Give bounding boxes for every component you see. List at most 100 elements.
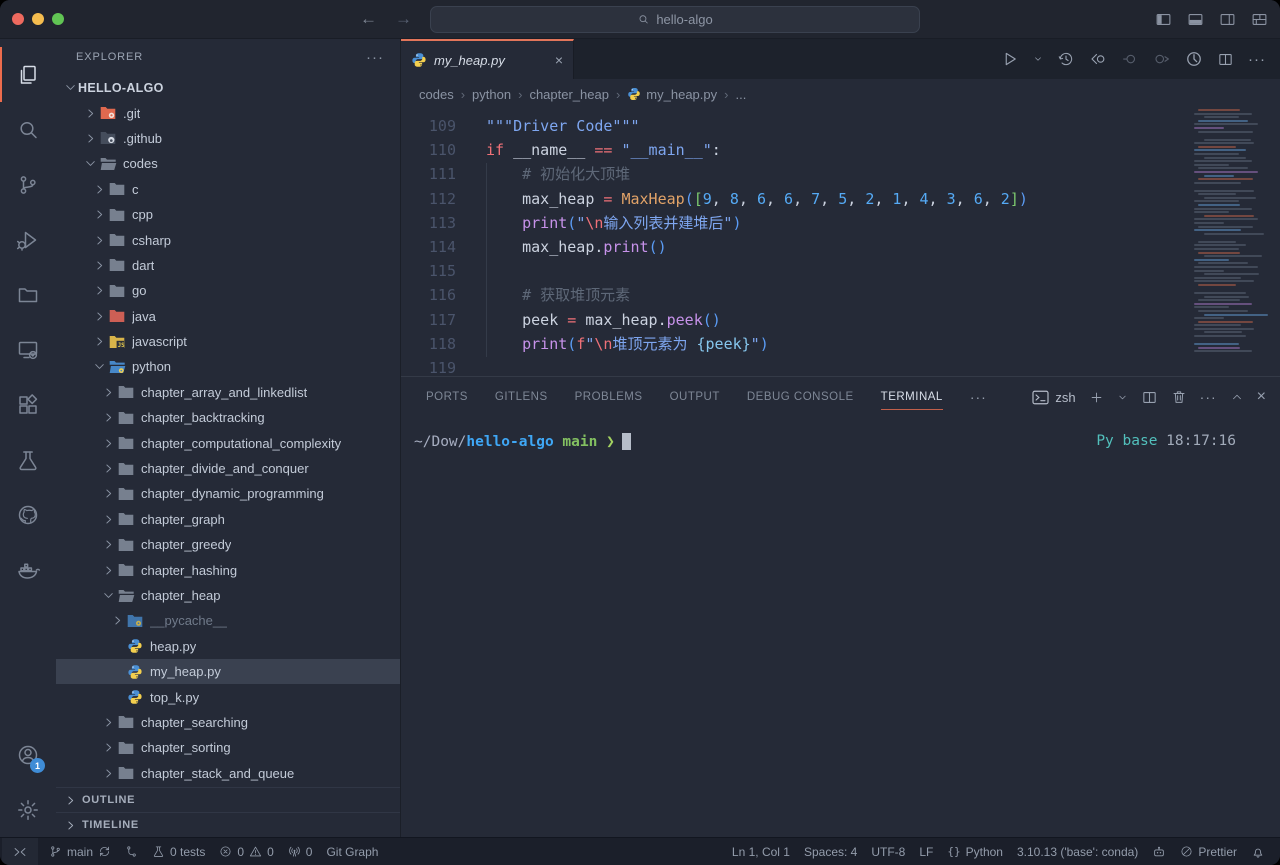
timeline-section[interactable]: TIMELINE	[56, 812, 400, 837]
status-remote-indicator[interactable]	[2, 838, 38, 865]
split-editor-icon[interactable]	[1217, 51, 1234, 68]
panel-tab-output[interactable]: OUTPUT	[670, 377, 720, 417]
nav-forward-icon[interactable]	[1153, 50, 1171, 68]
breadcrumb-item--[interactable]: ...	[735, 87, 746, 102]
status-python-interpreter[interactable]: 3.10.13 ('base': conda)	[1010, 838, 1145, 865]
nav-forward-button[interactable]: →	[395, 9, 412, 29]
activity-docker[interactable]	[0, 542, 56, 597]
code-line-110[interactable]: 110if __name__ == "__main__":	[401, 138, 1280, 162]
run-dropdown-icon[interactable]	[1033, 54, 1043, 64]
editor-more-icon[interactable]: ···	[1248, 51, 1266, 68]
breadcrumb-item-codes[interactable]: codes	[419, 87, 454, 102]
code-line-113[interactable]: 113 print("\n输入列表并建堆后")	[401, 211, 1280, 235]
tree-item-java[interactable]: java	[56, 304, 400, 329]
activity-explorer[interactable]	[0, 47, 56, 102]
tree-item-chapter-computational-complexity[interactable]: chapter_computational_complexity	[56, 430, 400, 455]
maximize-panel-icon[interactable]	[1230, 390, 1244, 404]
status-cursor-position[interactable]: Ln 1, Col 1	[725, 838, 797, 865]
code-line-119[interactable]: 119	[401, 356, 1280, 376]
tree-item--github[interactable]: .github	[56, 126, 400, 151]
code-line-116[interactable]: 116 # 获取堆顶元素	[401, 283, 1280, 307]
status-indentation[interactable]: Spaces: 4	[797, 838, 864, 865]
tab-my-heap[interactable]: my_heap.py ×	[401, 39, 574, 79]
tree-item-dart[interactable]: dart	[56, 253, 400, 278]
activity-folder-view[interactable]	[0, 267, 56, 322]
tree-item-chapter-graph[interactable]: chapter_graph	[56, 507, 400, 532]
minimap[interactable]	[1194, 109, 1270, 354]
panel-tab-ports[interactable]: PORTS	[426, 377, 468, 417]
status-copilot[interactable]	[1145, 838, 1173, 865]
tree-item--git[interactable]: .git	[56, 100, 400, 125]
activity-run-and-debug[interactable]	[0, 212, 56, 267]
tree-item-codes[interactable]: codes	[56, 151, 400, 176]
nav-back-button[interactable]: ←	[360, 9, 377, 29]
code-line-111[interactable]: 111 # 初始化大顶堆	[401, 162, 1280, 186]
terminal-profile-dropdown-icon[interactable]	[1117, 392, 1128, 403]
view-history-icon[interactable]	[1057, 50, 1075, 68]
close-window-button[interactable]	[12, 13, 24, 25]
kill-terminal-icon[interactable]	[1171, 389, 1187, 405]
customize-layout-icon[interactable]	[1251, 11, 1268, 28]
run-python-file-icon[interactable]	[1001, 50, 1019, 68]
code-line-117[interactable]: 117 peek = max_heap.peek()	[401, 308, 1280, 332]
panel-tab-gitlens[interactable]: GITLENS	[495, 377, 548, 417]
tree-item-python[interactable]: python	[56, 354, 400, 379]
breadcrumb-item-my-heap-py[interactable]: my_heap.py	[627, 87, 717, 102]
tree-item-chapter-dynamic-programming[interactable]: chapter_dynamic_programming	[56, 481, 400, 506]
nav-back-icon[interactable]	[1089, 50, 1107, 68]
tree-root-hello-algo[interactable]: HELLO-ALGO	[56, 75, 400, 100]
status-eol[interactable]: LF	[912, 838, 940, 865]
code-line-114[interactable]: 114 max_heap.print()	[401, 235, 1280, 259]
tree-item-chapter-array-and-linkedlist[interactable]: chapter_array_and_linkedlist	[56, 380, 400, 405]
tree-item-chapter-sorting[interactable]: chapter_sorting	[56, 735, 400, 760]
code-line-112[interactable]: 112 max_heap = MaxHeap([9, 8, 6, 6, 7, 5…	[401, 187, 1280, 211]
activity-source-control[interactable]	[0, 157, 56, 212]
tree-item-go[interactable]: go	[56, 278, 400, 303]
activity-testing[interactable]	[0, 432, 56, 487]
profile-run-icon[interactable]	[1185, 50, 1203, 68]
breadcrumb-item-chapter-heap[interactable]: chapter_heap	[529, 87, 609, 102]
split-terminal-icon[interactable]	[1141, 389, 1158, 406]
new-terminal-icon[interactable]	[1089, 390, 1104, 405]
status-problems[interactable]: 00	[212, 838, 280, 865]
status-encoding[interactable]: UTF-8	[864, 838, 912, 865]
toggle-panel-icon[interactable]	[1187, 11, 1204, 28]
code-line-109[interactable]: 109"""Driver Code"""	[401, 114, 1280, 138]
status-git-graph[interactable]: Git Graph	[319, 838, 385, 865]
status-gitlens[interactable]	[118, 838, 145, 865]
activity-accounts[interactable]: 1	[0, 727, 56, 782]
tree-item-chapter-greedy[interactable]: chapter_greedy	[56, 532, 400, 557]
status-notifications[interactable]	[1244, 838, 1272, 865]
status-git-branch[interactable]: main	[42, 838, 118, 865]
code-line-118[interactable]: 118 print(f"\n堆顶元素为 {peek}")	[401, 332, 1280, 356]
status-tests[interactable]: 0 tests	[145, 838, 212, 865]
tree-item-cpp[interactable]: cpp	[56, 202, 400, 227]
command-center-search[interactable]: hello-algo	[430, 6, 920, 33]
status-ports[interactable]: 0	[281, 838, 320, 865]
panel-more-icon[interactable]: ···	[1200, 389, 1217, 405]
activity-extensions[interactable]	[0, 377, 56, 432]
zoom-window-button[interactable]	[52, 13, 64, 25]
minimize-window-button[interactable]	[32, 13, 44, 25]
toggle-primary-sidebar-icon[interactable]	[1155, 11, 1172, 28]
tree-item-chapter-hashing[interactable]: chapter_hashing	[56, 557, 400, 582]
panel-tab-debug-console[interactable]: DEBUG CONSOLE	[747, 377, 854, 417]
tree-item-chapter-divide-and-conquer[interactable]: chapter_divide_and_conquer	[56, 456, 400, 481]
tree-item-chapter-heap[interactable]: chapter_heap	[56, 583, 400, 608]
tree-item--pycache-[interactable]: __pycache__	[56, 608, 400, 633]
activity-remote-explorer[interactable]	[0, 322, 56, 377]
nav-circle-icon[interactable]	[1121, 50, 1139, 68]
tree-item-chapter-stack-and-queue[interactable]: chapter_stack_and_queue	[56, 761, 400, 786]
code-line-115[interactable]: 115	[401, 259, 1280, 283]
tree-item-csharp[interactable]: csharp	[56, 227, 400, 252]
status-prettier[interactable]: Prettier	[1173, 838, 1244, 865]
tree-item-heap-py[interactable]: heap.py	[56, 634, 400, 659]
activity-github[interactable]	[0, 487, 56, 542]
toggle-secondary-sidebar-icon[interactable]	[1219, 11, 1236, 28]
breadcrumb-item-python[interactable]: python	[472, 87, 511, 102]
explorer-more-actions[interactable]: ···	[366, 49, 384, 66]
tree-item-my-heap-py[interactable]: my_heap.py	[56, 659, 400, 684]
code-editor[interactable]: 109"""Driver Code"""110if __name__ == "_…	[401, 109, 1280, 376]
panel-tab-terminal[interactable]: TERMINAL	[881, 377, 943, 417]
tree-item-chapter-searching[interactable]: chapter_searching	[56, 710, 400, 735]
